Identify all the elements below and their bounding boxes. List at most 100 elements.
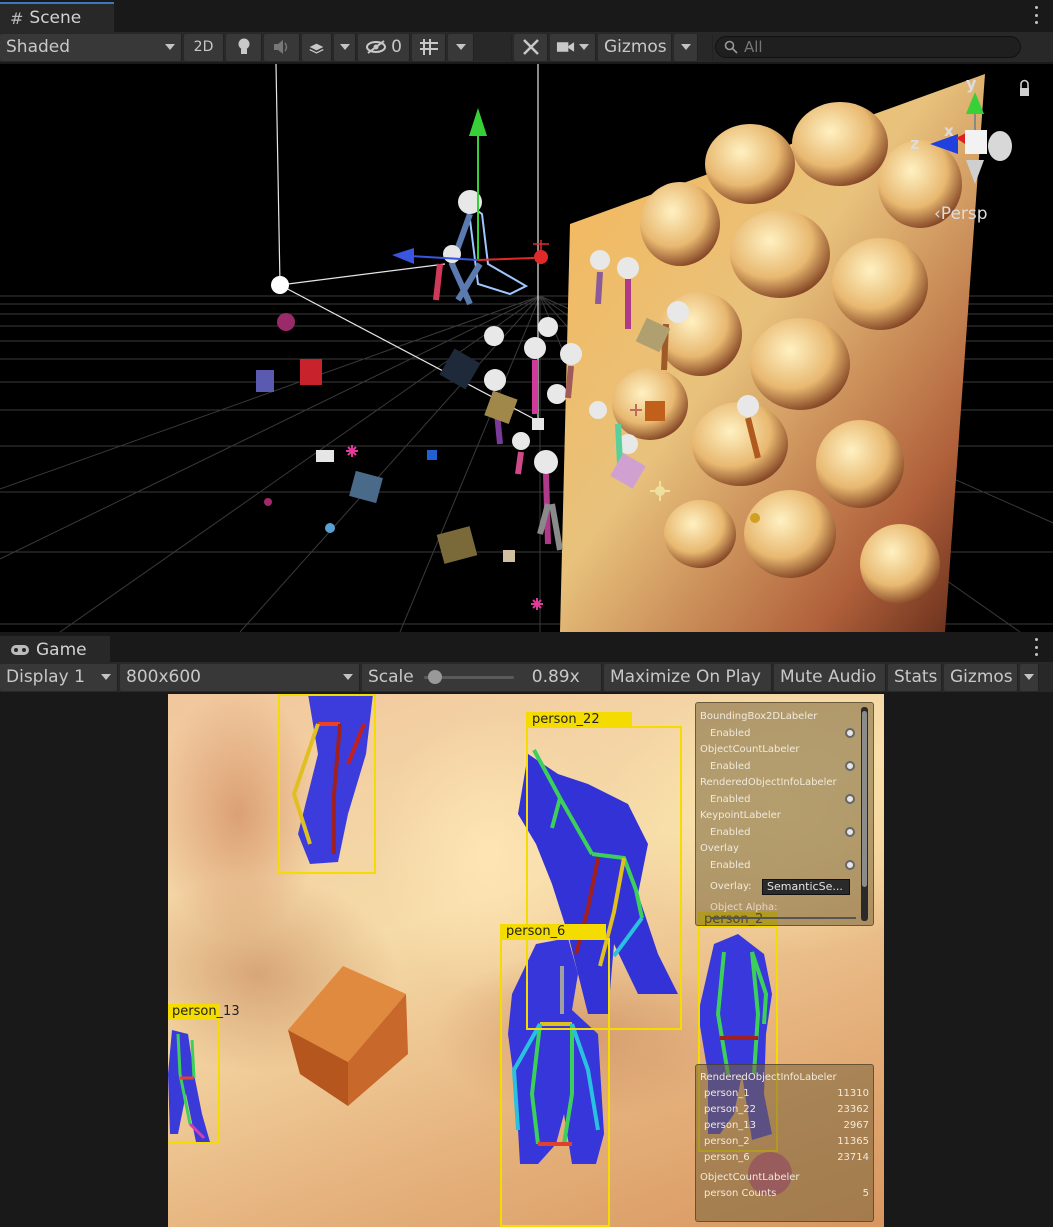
scale-slider[interactable] bbox=[423, 670, 514, 684]
search-icon bbox=[724, 40, 738, 54]
gizmo-axis-x-label: x bbox=[944, 122, 954, 140]
bbox-person-top-left bbox=[278, 694, 376, 874]
camera-settings-button[interactable] bbox=[550, 33, 596, 61]
object-count-title: ObjectCountLabeler bbox=[700, 1172, 800, 1183]
panel-scrollbar[interactable] bbox=[861, 707, 868, 921]
maximize-on-play-toggle[interactable]: Maximize On Play bbox=[604, 663, 772, 691]
chevron-down-icon bbox=[165, 44, 175, 50]
bbox-label: person_13 bbox=[168, 1004, 240, 1020]
overlay-dropdown[interactable]: SemanticSe... bbox=[762, 879, 850, 895]
info-row: person_6 23714 bbox=[704, 1152, 869, 1163]
game-gizmos-toggle[interactable]: Gizmos bbox=[944, 663, 1018, 691]
info-row-name: person Counts bbox=[704, 1188, 777, 1199]
gizmo-axis-y-label: y bbox=[966, 74, 977, 93]
chevron-down-icon bbox=[339, 44, 350, 50]
toolbar-spacer bbox=[476, 33, 512, 61]
info-row: person Counts 5 bbox=[704, 1188, 869, 1199]
tools-button[interactable] bbox=[514, 33, 548, 61]
toggle-2d-label: 2D bbox=[193, 39, 214, 55]
gizmos-button[interactable]: Gizmos bbox=[598, 33, 672, 61]
scene-search-input[interactable] bbox=[744, 38, 1004, 56]
toggle-2d-button[interactable]: 2D bbox=[184, 33, 224, 61]
info-row-value: 2967 bbox=[843, 1120, 869, 1131]
gizmos-dropdown[interactable] bbox=[674, 33, 698, 61]
maximize-on-play-label: Maximize On Play bbox=[610, 667, 761, 687]
labeler-enabled-toggle[interactable] bbox=[845, 794, 855, 804]
speaker-icon bbox=[273, 40, 287, 54]
scene-search-field[interactable] bbox=[715, 36, 1021, 58]
info-row-name: person_22 bbox=[704, 1104, 757, 1115]
eye-hidden-icon bbox=[366, 40, 387, 54]
scene-visibility-toggle[interactable]: 0 bbox=[358, 33, 410, 61]
panel-scrollbar-thumb[interactable] bbox=[862, 711, 867, 887]
labeler-state: Enabled bbox=[710, 728, 751, 739]
gizmos-label: Gizmos bbox=[604, 37, 667, 57]
labeler-enabled-toggle[interactable] bbox=[845, 827, 855, 837]
hidden-count: 0 bbox=[391, 37, 402, 57]
info-row-name: person_6 bbox=[704, 1152, 750, 1163]
labeler-enabled-toggle[interactable] bbox=[845, 728, 855, 738]
display-dropdown[interactable]: Display 1 bbox=[0, 663, 118, 691]
bbox-label: person_22 bbox=[526, 712, 632, 728]
info-row-name: person_13 bbox=[704, 1120, 757, 1131]
info-row: person_22 23362 bbox=[704, 1104, 869, 1115]
info-row-value: 5 bbox=[862, 1188, 869, 1199]
tab-game[interactable]: Game bbox=[0, 634, 110, 664]
projection-toggle[interactable]: ‹Persp bbox=[934, 204, 988, 224]
scale-value: 0.89x bbox=[531, 667, 580, 687]
scene-viewport[interactable]: y x z ‹Persp bbox=[0, 64, 1053, 632]
shading-mode-dropdown[interactable]: Shaded bbox=[0, 33, 182, 61]
object-alpha-label: Object Alpha: bbox=[710, 902, 778, 913]
chevron-down-icon bbox=[680, 44, 691, 50]
tab-game-label: Game bbox=[36, 640, 87, 660]
stats-toggle[interactable]: Stats bbox=[888, 663, 942, 691]
scale-slider-thumb[interactable] bbox=[427, 670, 442, 684]
gizmo-axis-z-label: z bbox=[910, 134, 920, 153]
chevron-down-icon bbox=[455, 44, 466, 50]
info-row-value: 23714 bbox=[837, 1152, 869, 1163]
stats-label: Stats bbox=[894, 667, 938, 687]
gamepad-icon bbox=[11, 645, 29, 655]
grid-dropdown[interactable] bbox=[448, 33, 474, 61]
info-row-value: 23362 bbox=[837, 1104, 869, 1115]
labeler-enabled-toggle[interactable] bbox=[845, 761, 855, 771]
labeler-state: Enabled bbox=[710, 860, 751, 871]
game-render: person_22 person_6 person_13 person_2 Bo… bbox=[168, 694, 884, 1227]
lightbulb-icon bbox=[238, 38, 249, 54]
info-row: person_2 11365 bbox=[704, 1136, 869, 1147]
grid-icon bbox=[419, 39, 438, 55]
labeler-enabled-toggle[interactable] bbox=[845, 860, 855, 870]
info-row-name: person_1 bbox=[704, 1088, 750, 1099]
camera-icon bbox=[556, 42, 575, 52]
transform-gizmo[interactable] bbox=[392, 108, 549, 264]
labeler-name: Overlay bbox=[700, 843, 739, 854]
labeler-name: RenderedObjectInfoLabeler bbox=[700, 777, 837, 788]
scene-menu-icon[interactable] bbox=[1033, 6, 1039, 24]
lighting-toggle-button[interactable] bbox=[226, 33, 262, 61]
grid-toggle-button[interactable] bbox=[412, 33, 446, 61]
shading-mode-label: Shaded bbox=[6, 37, 71, 57]
toolbar-spacer bbox=[700, 33, 713, 61]
light-probe bbox=[271, 276, 289, 294]
scale-label: Scale bbox=[368, 667, 414, 687]
labeler-name: KeypointLabeler bbox=[700, 810, 781, 821]
chevron-down-icon bbox=[101, 674, 111, 680]
labeler-name: ObjectCountLabeler bbox=[700, 744, 800, 755]
object-alpha-slider[interactable] bbox=[710, 917, 856, 919]
grid-hash-icon: # bbox=[10, 8, 24, 28]
mute-audio-label: Mute Audio bbox=[780, 667, 877, 687]
game-viewport[interactable]: person_22 person_6 person_13 person_2 Bo… bbox=[0, 694, 1053, 1227]
audio-toggle-button[interactable] bbox=[264, 33, 300, 61]
effects-dropdown[interactable] bbox=[334, 33, 356, 61]
labeler-state: Enabled bbox=[710, 761, 751, 772]
game-gizmos-dropdown[interactable] bbox=[1020, 663, 1039, 691]
info-row-name: person_2 bbox=[704, 1136, 750, 1147]
resolution-dropdown[interactable]: 800x600 bbox=[120, 663, 360, 691]
labeler-state: Enabled bbox=[710, 827, 751, 838]
tools-icon bbox=[522, 39, 539, 55]
textured-cube bbox=[288, 966, 408, 1106]
tab-scene[interactable]: # Scene bbox=[0, 2, 114, 32]
mute-audio-toggle[interactable]: Mute Audio bbox=[774, 663, 886, 691]
game-menu-icon[interactable] bbox=[1033, 638, 1039, 656]
effects-toggle-button[interactable] bbox=[302, 33, 332, 61]
